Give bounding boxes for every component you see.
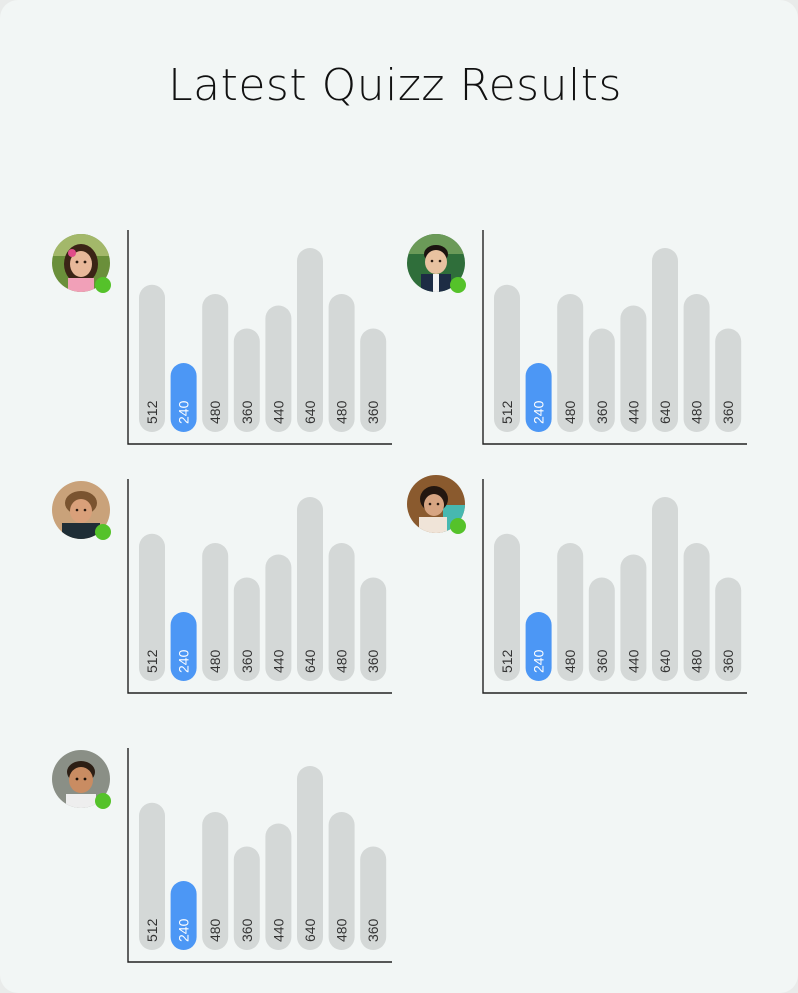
student-avatar-1[interactable] — [52, 234, 111, 293]
bar-value-label: 480 — [334, 400, 350, 424]
bar-value-label: 440 — [625, 649, 641, 673]
bar-value-label: 480 — [207, 400, 223, 424]
student-avatar-4[interactable] — [407, 475, 466, 534]
quiz-chart-3: 512 240 480 360 440 640 480 360 — [127, 479, 392, 694]
quiz-chart-2: 512 240 480 360 440 640 480 360 — [482, 230, 747, 445]
quiz-chart-1: 512 240 480 360 440 640 480 360 — [127, 230, 392, 445]
student-avatar-3[interactable] — [52, 481, 111, 540]
bar-value-label: 360 — [365, 649, 381, 673]
bar-value-label: 360 — [365, 918, 381, 942]
bar-value-label: 360 — [239, 400, 255, 424]
bar-value-label: 240 — [176, 649, 192, 673]
bar-value-label: 480 — [334, 649, 350, 673]
bar-value-label: 640 — [302, 649, 318, 673]
quiz-chart-5: 512 240 480 360 440 640 480 360 — [127, 748, 392, 963]
online-status-dot — [95, 524, 111, 540]
bar-value-label: 360 — [594, 649, 610, 673]
bar-value-label: 360 — [239, 918, 255, 942]
bar-value-label: 440 — [270, 400, 286, 424]
bar-value-label: 480 — [562, 400, 578, 424]
bar-value-label: 640 — [657, 649, 673, 673]
bar-value-label: 240 — [531, 400, 547, 424]
quiz-chart-4: 512 240 480 360 440 640 480 360 — [482, 479, 747, 694]
bar-value-label: 360 — [720, 400, 736, 424]
bar-value-label: 440 — [270, 918, 286, 942]
bar-value-label: 480 — [689, 400, 705, 424]
bar-value-label: 360 — [239, 649, 255, 673]
bar-value-label: 640 — [302, 400, 318, 424]
bar-value-label: 440 — [625, 400, 641, 424]
bar-value-label: 480 — [334, 918, 350, 942]
student-avatar-5[interactable] — [52, 750, 111, 809]
online-status-dot — [450, 518, 466, 534]
bar-value-label: 480 — [207, 649, 223, 673]
student-avatar-2[interactable] — [407, 234, 466, 293]
bar-value-label: 640 — [657, 400, 673, 424]
bar-value-label: 240 — [531, 649, 547, 673]
bar-value-label: 480 — [562, 649, 578, 673]
bar-value-label: 360 — [594, 400, 610, 424]
online-status-dot — [95, 793, 111, 809]
bar-value-label: 480 — [207, 918, 223, 942]
bar-value-label: 512 — [499, 400, 515, 424]
online-status-dot — [450, 277, 466, 293]
bar-value-label: 512 — [144, 918, 160, 942]
bar-value-label: 240 — [176, 918, 192, 942]
bar-value-label: 512 — [144, 649, 160, 673]
bar-value-label: 360 — [365, 400, 381, 424]
bar-value-label: 480 — [689, 649, 705, 673]
bar-value-label: 512 — [499, 649, 515, 673]
bar-value-label: 360 — [720, 649, 736, 673]
online-status-dot — [95, 277, 111, 293]
bar-value-label: 640 — [302, 918, 318, 942]
bar-value-label: 240 — [176, 400, 192, 424]
page-title: Latest Quizz Results — [168, 60, 622, 111]
quiz-results-card: Latest Quizz Results 512 240 480 360 440 640 4… — [0, 0, 798, 993]
bar-value-label: 512 — [144, 400, 160, 424]
bar-value-label: 440 — [270, 649, 286, 673]
